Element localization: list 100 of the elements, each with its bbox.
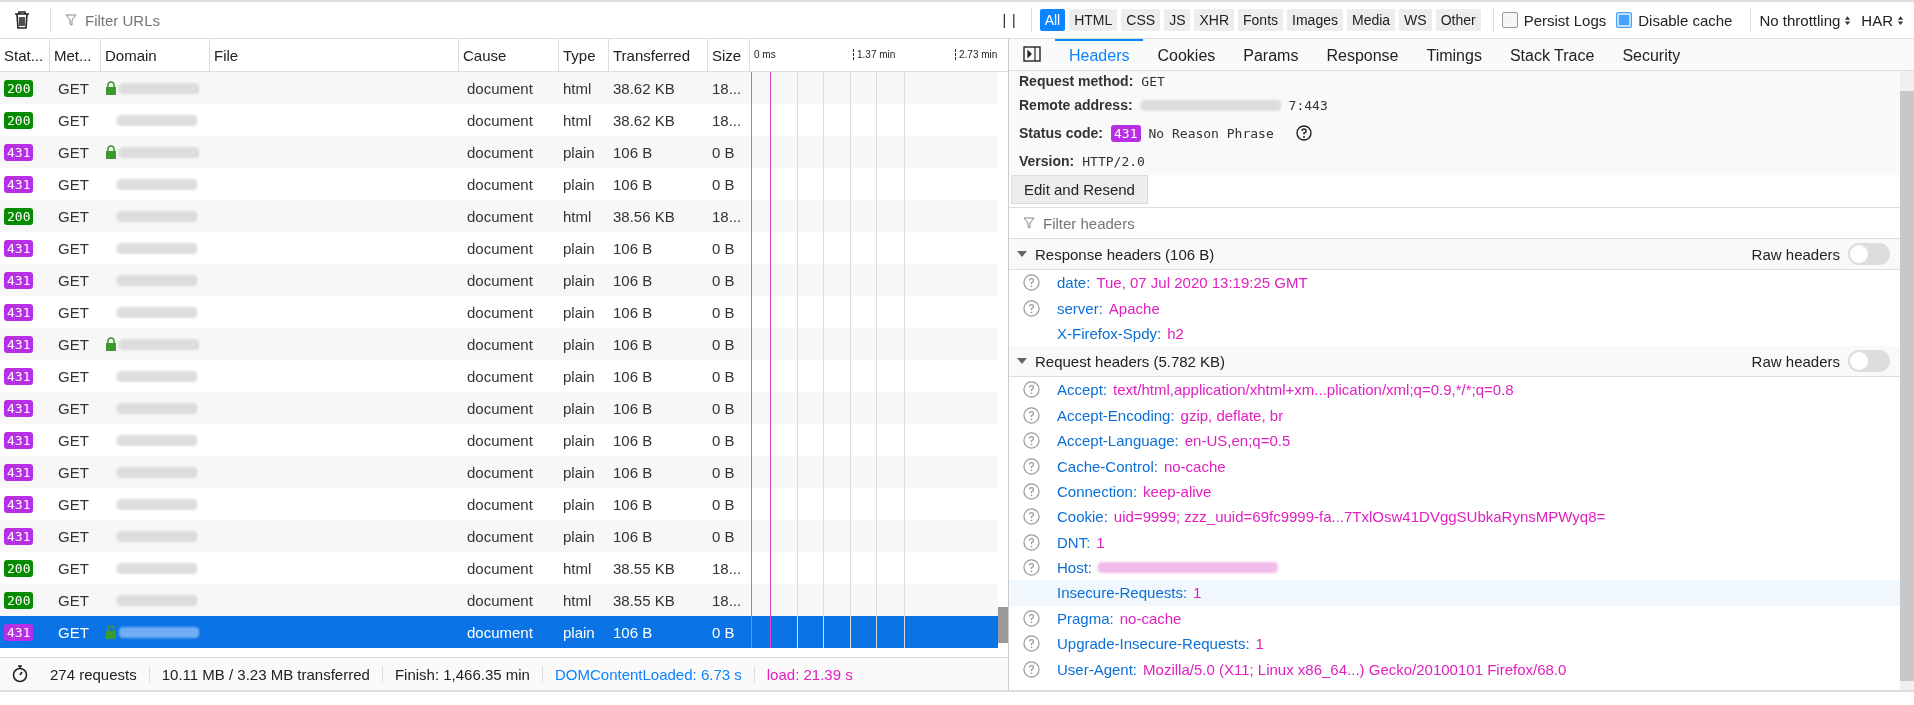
request-row[interactable]: 431 GET document plain 106 B 0 B <box>0 360 998 392</box>
table-cell: document <box>467 591 533 609</box>
details-tab[interactable]: Timings <box>1412 39 1496 70</box>
request-row[interactable]: 200 GET document html 38.62 KB 18... <box>0 104 998 136</box>
table-cell: html <box>563 111 592 129</box>
table-cell: GET <box>58 527 89 545</box>
header-row[interactable]: X-Firefox-Spdy: h2 <box>1009 320 1900 347</box>
request-row[interactable]: 431 GET document plain 106 B 0 B <box>0 520 998 552</box>
header-row[interactable]: Connection: keep-alive <box>1009 478 1900 505</box>
scrollbar-thumb[interactable] <box>998 607 1008 643</box>
type-filter-button[interactable]: HTML <box>1069 9 1118 31</box>
details-tab[interactable]: Security <box>1608 39 1695 70</box>
type-filter-button[interactable]: All <box>1039 9 1066 31</box>
table-cell: 38.62 KB <box>613 79 675 97</box>
type-filter-button[interactable]: Media <box>1346 9 1396 31</box>
header-row[interactable]: Host: <box>1009 554 1900 581</box>
har-dropdown[interactable]: HAR <box>1861 11 1904 29</box>
request-row[interactable]: 431 GET document plain 106 B 0 B <box>0 488 998 520</box>
request-row[interactable]: 431 GET document plain 106 B 0 B <box>0 168 998 200</box>
toggle-switch[interactable] <box>1848 243 1890 265</box>
checkbox[interactable] <box>1501 12 1518 28</box>
edit-and-resend-button[interactable]: Edit and Resend <box>1011 175 1148 204</box>
toggle-switch[interactable] <box>1848 350 1890 373</box>
details-tab[interactable]: Cookies <box>1143 39 1230 70</box>
table-cell: 18... <box>712 207 742 225</box>
request-row[interactable]: 431 GET document plain 106 B 0 B <box>0 264 998 296</box>
header-row[interactable]: date: Tue, 07 Jul 2020 13:19:25 GMT <box>1009 270 1900 296</box>
column-header[interactable]: Met... <box>50 39 101 71</box>
scrollbar-thumb[interactable] <box>1900 91 1914 681</box>
request-row[interactable]: 200 GET document html 38.56 KB 18... <box>0 200 998 232</box>
table-cell: document <box>467 399 533 417</box>
details-tab[interactable]: Stack Trace <box>1495 39 1609 70</box>
header-name: server: <box>1057 299 1103 317</box>
table-cell: 18... <box>712 591 742 609</box>
timeline-tick: 2.73 min <box>955 49 998 60</box>
expand-triangle-icon <box>1017 357 1027 366</box>
load-time: load: 21.39 s <box>753 665 865 683</box>
header-row[interactable]: DNT: 1 <box>1009 529 1900 555</box>
throttling-dropdown[interactable]: No throttling <box>1759 11 1852 29</box>
help-icon[interactable] <box>1295 125 1312 141</box>
request-row[interactable]: 431 GET document plain 106 B 0 B <box>0 232 998 264</box>
filter-urls-field[interactable]: Filter URLs <box>83 10 1003 30</box>
request-row[interactable]: 431 GET document plain 106 B 0 B <box>0 328 998 360</box>
type-filter-button[interactable]: WS <box>1399 9 1432 31</box>
section-title: Request headers (5.782 KB) <box>1035 352 1227 370</box>
header-row[interactable]: Pragma: no-cache <box>1009 605 1900 632</box>
header-row[interactable]: Accept: text/html,application/xhtml+xm...plication/xml;q=0.9,*/*;q=0.8 <box>1009 377 1900 403</box>
header-row[interactable]: server: Apache <box>1009 295 1900 321</box>
header-row[interactable]: Cache-Control: no-cache <box>1009 453 1900 479</box>
checkbox[interactable] <box>1616 12 1633 28</box>
field-label: Status code: <box>1019 125 1103 141</box>
column-header[interactable]: Cause <box>459 39 559 71</box>
header-row[interactable]: Upgrade-Insecure-Requests: 1 <box>1009 631 1900 657</box>
request-row[interactable]: 431 GET document plain 106 B 0 B <box>0 392 998 424</box>
section-header[interactable]: Response headers (106 B) Raw headers <box>1009 239 1900 270</box>
table-cell: plain <box>563 495 595 513</box>
header-row[interactable]: Accept-Language: en-US,en;q=0.5 <box>1009 427 1900 454</box>
request-row[interactable]: 431 GET document plain 106 B 0 B <box>0 616 998 648</box>
header-value: 1 <box>1255 635 1264 653</box>
request-row[interactable]: 431 GET document plain 106 B 0 B <box>0 136 998 168</box>
status-code: 200 <box>4 591 34 609</box>
column-header[interactable]: Size <box>708 39 750 71</box>
details-tab[interactable]: Params <box>1229 39 1313 70</box>
request-row[interactable]: 431 GET document plain 106 B 0 B <box>0 456 998 488</box>
table-cell: 0 B <box>712 623 735 641</box>
request-row[interactable]: 200 GET document html 38.62 KB 18... <box>0 72 998 104</box>
type-filter-button[interactable]: Fonts <box>1238 9 1284 31</box>
field-label: Request method: <box>1019 73 1134 89</box>
type-filter-button[interactable]: Other <box>1435 9 1481 31</box>
table-cell: 0 B <box>712 143 735 161</box>
column-header[interactable]: Stat... <box>0 39 50 71</box>
stopwatch-icon[interactable] <box>12 665 28 683</box>
column-header[interactable]: Domain <box>101 39 210 71</box>
header-row[interactable]: Cookie: uid=9999; zzz_uuid=69fc9999-fa...7TxlOsw41DVggSUbkaRynsMPWyq8= <box>1009 504 1900 530</box>
request-row[interactable]: 200 GET document html 38.55 KB 18... <box>0 584 998 616</box>
filter-headers-field[interactable]: Filter headers <box>1041 213 1900 233</box>
column-header[interactable]: File <box>210 39 459 71</box>
column-header[interactable]: Type <box>559 39 609 71</box>
type-filter-button[interactable]: XHR <box>1194 9 1235 31</box>
details-tab[interactable]: Response <box>1312 39 1413 70</box>
type-filter-button[interactable]: Images <box>1287 9 1343 31</box>
toggle-sidebar-icon[interactable] <box>1023 46 1041 62</box>
header-row[interactable]: Insecure-Requests: 1 <box>1009 580 1900 606</box>
table-cell: document <box>467 111 533 129</box>
header-row[interactable]: User-Agent: Mozilla/5.0 (X11; Linux x86_64...) Gecko/20100101 Firefox/68.0 <box>1009 656 1900 682</box>
status-code: 431 <box>4 175 34 193</box>
expand-triangle-icon <box>1017 250 1027 258</box>
type-filter-button[interactable]: JS <box>1164 9 1191 31</box>
header-row[interactable]: Accept-Encoding: gzip, deflate, br <box>1009 402 1900 428</box>
type-filter-button[interactable]: CSS <box>1121 9 1161 31</box>
section-header[interactable]: Request headers (5.782 KB) Raw headers <box>1009 346 1900 378</box>
table-cell: plain <box>563 399 595 417</box>
request-row[interactable]: 431 GET document plain 106 B 0 B <box>0 296 998 328</box>
request-row[interactable]: 431 GET document plain 106 B 0 B <box>0 424 998 456</box>
pause-button[interactable]: | | <box>1002 12 1017 28</box>
trash-icon[interactable] <box>14 11 30 29</box>
table-cell: document <box>467 495 533 513</box>
column-header[interactable]: Transferred <box>609 39 708 71</box>
dom-content-loaded-time: DOMContentLoaded: 6.73 s <box>541 665 754 683</box>
request-row[interactable]: 200 GET document html 38.55 KB 18... <box>0 552 998 584</box>
